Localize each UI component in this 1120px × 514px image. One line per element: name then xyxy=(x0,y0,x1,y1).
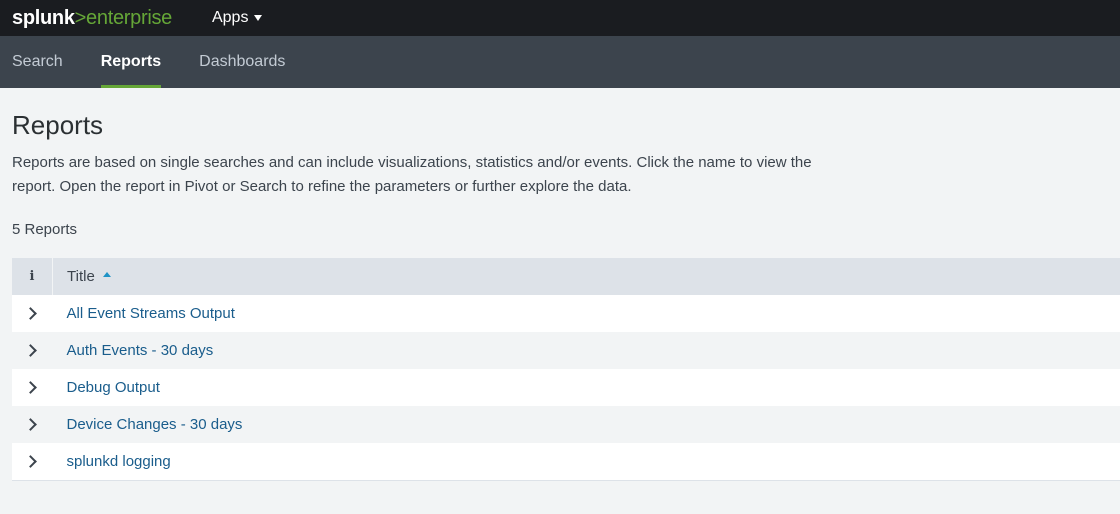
chevron-right-icon xyxy=(24,307,38,320)
tab-search[interactable]: Search xyxy=(0,36,75,88)
report-link[interactable]: Device Changes - 30 days xyxy=(67,416,243,433)
caret-down-icon xyxy=(254,15,263,21)
chevron-right-icon xyxy=(24,455,38,468)
title-column-header[interactable]: Title xyxy=(52,258,1120,295)
tab-reports[interactable]: Reports xyxy=(89,36,173,88)
info-icon: i xyxy=(29,269,35,284)
title-cell: Auth Events - 30 days xyxy=(52,332,1120,369)
logo-separator: > xyxy=(74,7,87,29)
table-row: Auth Events - 30 days xyxy=(12,332,1120,369)
apps-menu-button[interactable]: Apps xyxy=(211,9,263,27)
sort-ascending-icon xyxy=(102,271,111,277)
report-link[interactable]: Debug Output xyxy=(67,379,160,396)
title-cell: Device Changes - 30 days xyxy=(52,406,1120,443)
title-header-label: Title xyxy=(67,268,95,285)
main-content: Reports Reports are based on single sear… xyxy=(0,110,1120,481)
expand-row-button[interactable] xyxy=(12,295,53,332)
chevron-right-icon xyxy=(24,344,38,357)
logo-product: enterprise xyxy=(86,7,172,29)
table-row: Debug Output xyxy=(12,369,1120,406)
app-nav-bar: Search Reports Dashboards xyxy=(0,36,1120,88)
tab-reports-label: Reports xyxy=(100,53,162,70)
info-column-header: i xyxy=(12,258,53,295)
title-cell: All Event Streams Output xyxy=(52,295,1120,332)
chevron-right-icon xyxy=(24,381,38,394)
report-count: 5 Reports xyxy=(12,221,78,238)
title-cell: splunkd logging xyxy=(52,443,1120,481)
tab-dashboards[interactable]: Dashboards xyxy=(187,36,297,88)
table-header-row: i Title xyxy=(12,258,1120,295)
report-link[interactable]: splunkd logging xyxy=(67,453,171,470)
expand-row-button[interactable] xyxy=(12,332,53,369)
report-link[interactable]: All Event Streams Output xyxy=(67,305,235,322)
table-row: Device Changes - 30 days xyxy=(12,406,1120,443)
splunk-enterprise-logo[interactable]: splunk>enterprise xyxy=(12,0,172,36)
logo-brand: splunk xyxy=(12,7,75,29)
expand-row-button[interactable] xyxy=(12,443,53,481)
top-bar: splunk>enterprise Apps xyxy=(0,0,1120,36)
expand-row-button[interactable] xyxy=(12,406,53,443)
expand-row-button[interactable] xyxy=(12,369,53,406)
page-title: Reports xyxy=(12,110,104,140)
report-link[interactable]: Auth Events - 30 days xyxy=(67,342,214,359)
table-row: All Event Streams Output xyxy=(12,295,1120,332)
chevron-right-icon xyxy=(24,418,38,431)
apps-menu-label: Apps xyxy=(211,9,249,26)
table-row: splunkd logging xyxy=(12,443,1120,481)
tab-search-label: Search xyxy=(12,53,63,70)
page-description: Reports are based on single searches and… xyxy=(12,154,812,195)
title-cell: Debug Output xyxy=(52,369,1120,406)
reports-table: i Title All Event Streams Output Auth Ev… xyxy=(12,258,1120,481)
tab-dashboards-label: Dashboards xyxy=(199,53,286,70)
